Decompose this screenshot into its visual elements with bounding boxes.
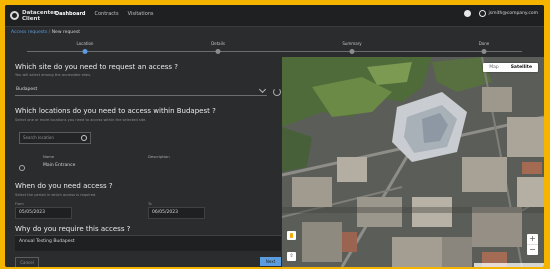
stepper-line [27, 51, 522, 52]
to-label: To [148, 202, 152, 206]
logo-text: Datacenter Client [22, 9, 57, 22]
site-question: Which site do you need to request an acc… [15, 63, 179, 71]
search-icon [81, 135, 87, 141]
step-label-1: Location [76, 41, 94, 46]
from-label: From [15, 202, 24, 206]
from-date-value: 05/05/2023 [19, 210, 45, 215]
header-actions: jsmith@company.com [463, 10, 539, 17]
to-date-input[interactable]: 06/05/2023 [148, 207, 205, 219]
breadcrumb: Access requests / New request [11, 30, 80, 35]
reason-question: Why do you require this access ? [15, 225, 131, 233]
zoom-control: + − [527, 234, 538, 255]
locations-question: Which locations do you need to access wi… [15, 107, 216, 115]
chevron-down-icon [258, 85, 267, 94]
column-name: Name [43, 154, 55, 159]
step-label-2: Details [211, 41, 225, 46]
location-row-name: Main Entrance [43, 163, 76, 168]
satellite-view-button[interactable]: Satellite [505, 63, 538, 72]
reason-value: Annual Testing Budapest [19, 239, 75, 244]
dates-hint: Select the period in which access is req… [15, 193, 97, 197]
breadcrumb-current: New request [51, 30, 81, 35]
cancel-button[interactable]: Cancel [15, 257, 39, 267]
app-logo[interactable]: Datacenter Client [10, 8, 57, 23]
location-search-placeholder: Search location [23, 135, 54, 140]
next-button[interactable]: Next [260, 257, 281, 266]
dates-question: When do you need access ? [15, 182, 113, 190]
locations-hint: Select one or more locations you need to… [15, 118, 147, 122]
site-select-value: Budapest [16, 87, 38, 92]
progress-stepper: Location Details Summary Done [5, 39, 544, 55]
step-dot-1 [82, 49, 88, 54]
site-select[interactable]: Budapest [15, 85, 267, 96]
request-form: Which site do you need to request an acc… [5, 57, 282, 267]
map-view-button[interactable]: Map [483, 63, 505, 72]
compass-icon[interactable]: ⇧ [287, 252, 296, 261]
app-window: Datacenter Client Dashboard Contracts Vi… [5, 5, 544, 267]
street-view-icon[interactable] [287, 231, 296, 240]
location-search[interactable]: Search location [19, 132, 91, 144]
column-description: Description [148, 154, 170, 159]
map-type-toggle: Map Satellite [483, 63, 538, 72]
step-dot-2 [215, 49, 221, 54]
user-name: jsmith@company.com [488, 11, 539, 16]
zoom-in-button[interactable]: + [527, 234, 538, 244]
reason-input[interactable]: Annual Testing Budapest [15, 235, 281, 251]
satellite-map[interactable]: Map Satellite ⇧ + − [282, 57, 544, 267]
zoom-out-button[interactable]: − [527, 245, 538, 255]
help-icon[interactable] [463, 10, 471, 17]
user-icon [478, 10, 486, 17]
main-nav: Dashboard Contracts Visitations [55, 11, 154, 17]
nav-visitations[interactable]: Visitations [128, 11, 154, 17]
step-dot-3 [349, 49, 355, 54]
from-date-input[interactable]: 05/05/2023 [15, 207, 72, 219]
to-date-value: 06/05/2023 [152, 210, 178, 215]
site-hint: You will select among the accessible sit… [15, 73, 92, 77]
step-label-4: Done [478, 41, 490, 46]
top-bar: Datacenter Client Dashboard Contracts Vi… [5, 5, 544, 27]
step-label-3: Summary [342, 41, 362, 46]
location-row-radio[interactable] [19, 165, 25, 171]
user-menu[interactable]: jsmith@company.com [478, 10, 539, 17]
step-dot-4 [481, 49, 487, 54]
logo-icon [10, 11, 19, 20]
nav-contracts[interactable]: Contracts [95, 11, 119, 17]
refresh-icon[interactable] [273, 88, 281, 96]
map-attribution [474, 263, 544, 267]
nav-dashboard[interactable]: Dashboard [55, 11, 86, 17]
breadcrumb-parent[interactable]: Access requests [11, 30, 47, 35]
map-imagery [282, 57, 544, 267]
